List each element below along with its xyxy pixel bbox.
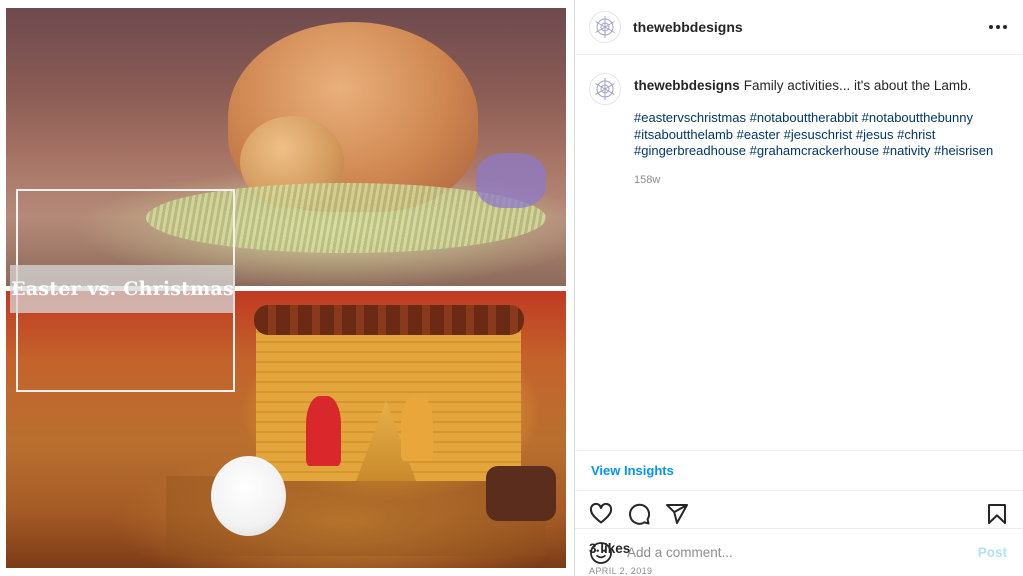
post-header: thewebbdesigns (575, 0, 1023, 55)
hashtag-link[interactable]: #jesus (856, 127, 894, 142)
caption-username[interactable]: thewebbdesigns (634, 78, 740, 93)
caption-row: thewebbdesigns Family activities... it's … (589, 73, 1007, 189)
candy-figure-yellow (401, 396, 433, 461)
candy-figure-red (306, 396, 341, 466)
caption-text: Family activities... it's about the Lamb… (743, 78, 972, 93)
header-username[interactable]: thewebbdesigns (633, 19, 743, 35)
chocolate-candy (486, 466, 556, 521)
post-media[interactable]: Easter vs. Christmas (0, 0, 575, 576)
hashtag-link[interactable]: #nativity (883, 143, 931, 158)
hashtag-list: #eastervschristmas #notabouttherabbit #n… (634, 110, 1007, 160)
instagram-post: Easter vs. Christmas thewebbdesigns thew… (0, 0, 1023, 576)
snowflake-avatar-icon[interactable] (589, 11, 621, 43)
hashtag-link[interactable]: #grahamcrackerhouse (750, 143, 879, 158)
snowflake-avatar-icon[interactable] (589, 73, 621, 105)
bookmark-icon[interactable] (985, 502, 1009, 526)
marshmallow-lamb (211, 456, 286, 536)
hashtag-link[interactable]: #gingerbreadhouse (634, 143, 746, 158)
hashtag-link[interactable]: #heisrisen (934, 143, 993, 158)
insights-bar: View Insights (575, 450, 1023, 490)
chocolate-roof-trim (254, 305, 524, 335)
hashtag-link[interactable]: #easter (737, 127, 780, 142)
more-options-icon[interactable] (989, 25, 1007, 29)
add-comment-bar: Add a comment... Post (575, 528, 1023, 576)
emoji-icon[interactable] (589, 541, 613, 565)
hashtag-link[interactable]: #notaboutthebunny (862, 110, 973, 125)
image-title: Easter vs. Christmas (11, 278, 234, 300)
caption-age: 158w (634, 173, 661, 186)
share-icon[interactable] (665, 502, 689, 526)
caption-section: thewebbdesigns Family activities... it's … (575, 55, 1023, 450)
caption-body: thewebbdesigns Family activities... it's … (634, 73, 1007, 189)
hashtag-link[interactable]: #christ (897, 127, 935, 142)
post-sidebar: thewebbdesigns thewebbdesigns Family act… (575, 0, 1023, 576)
hashtag-link[interactable]: #notabouttherabbit (750, 110, 858, 125)
comment-icon[interactable] (627, 502, 651, 526)
title-band: Easter vs. Christmas (10, 265, 235, 313)
heart-icon[interactable] (589, 502, 613, 526)
view-insights-link[interactable]: View Insights (591, 463, 674, 478)
hashtag-link[interactable]: #itsaboutthelamb (634, 127, 733, 142)
hashtag-link[interactable]: #eastervschristmas (634, 110, 746, 125)
comment-input[interactable]: Add a comment... (627, 545, 733, 560)
post-comment-button[interactable]: Post (978, 545, 1007, 560)
hashtag-link[interactable]: #jesuschrist (784, 127, 853, 142)
purple-cloth (476, 153, 546, 208)
